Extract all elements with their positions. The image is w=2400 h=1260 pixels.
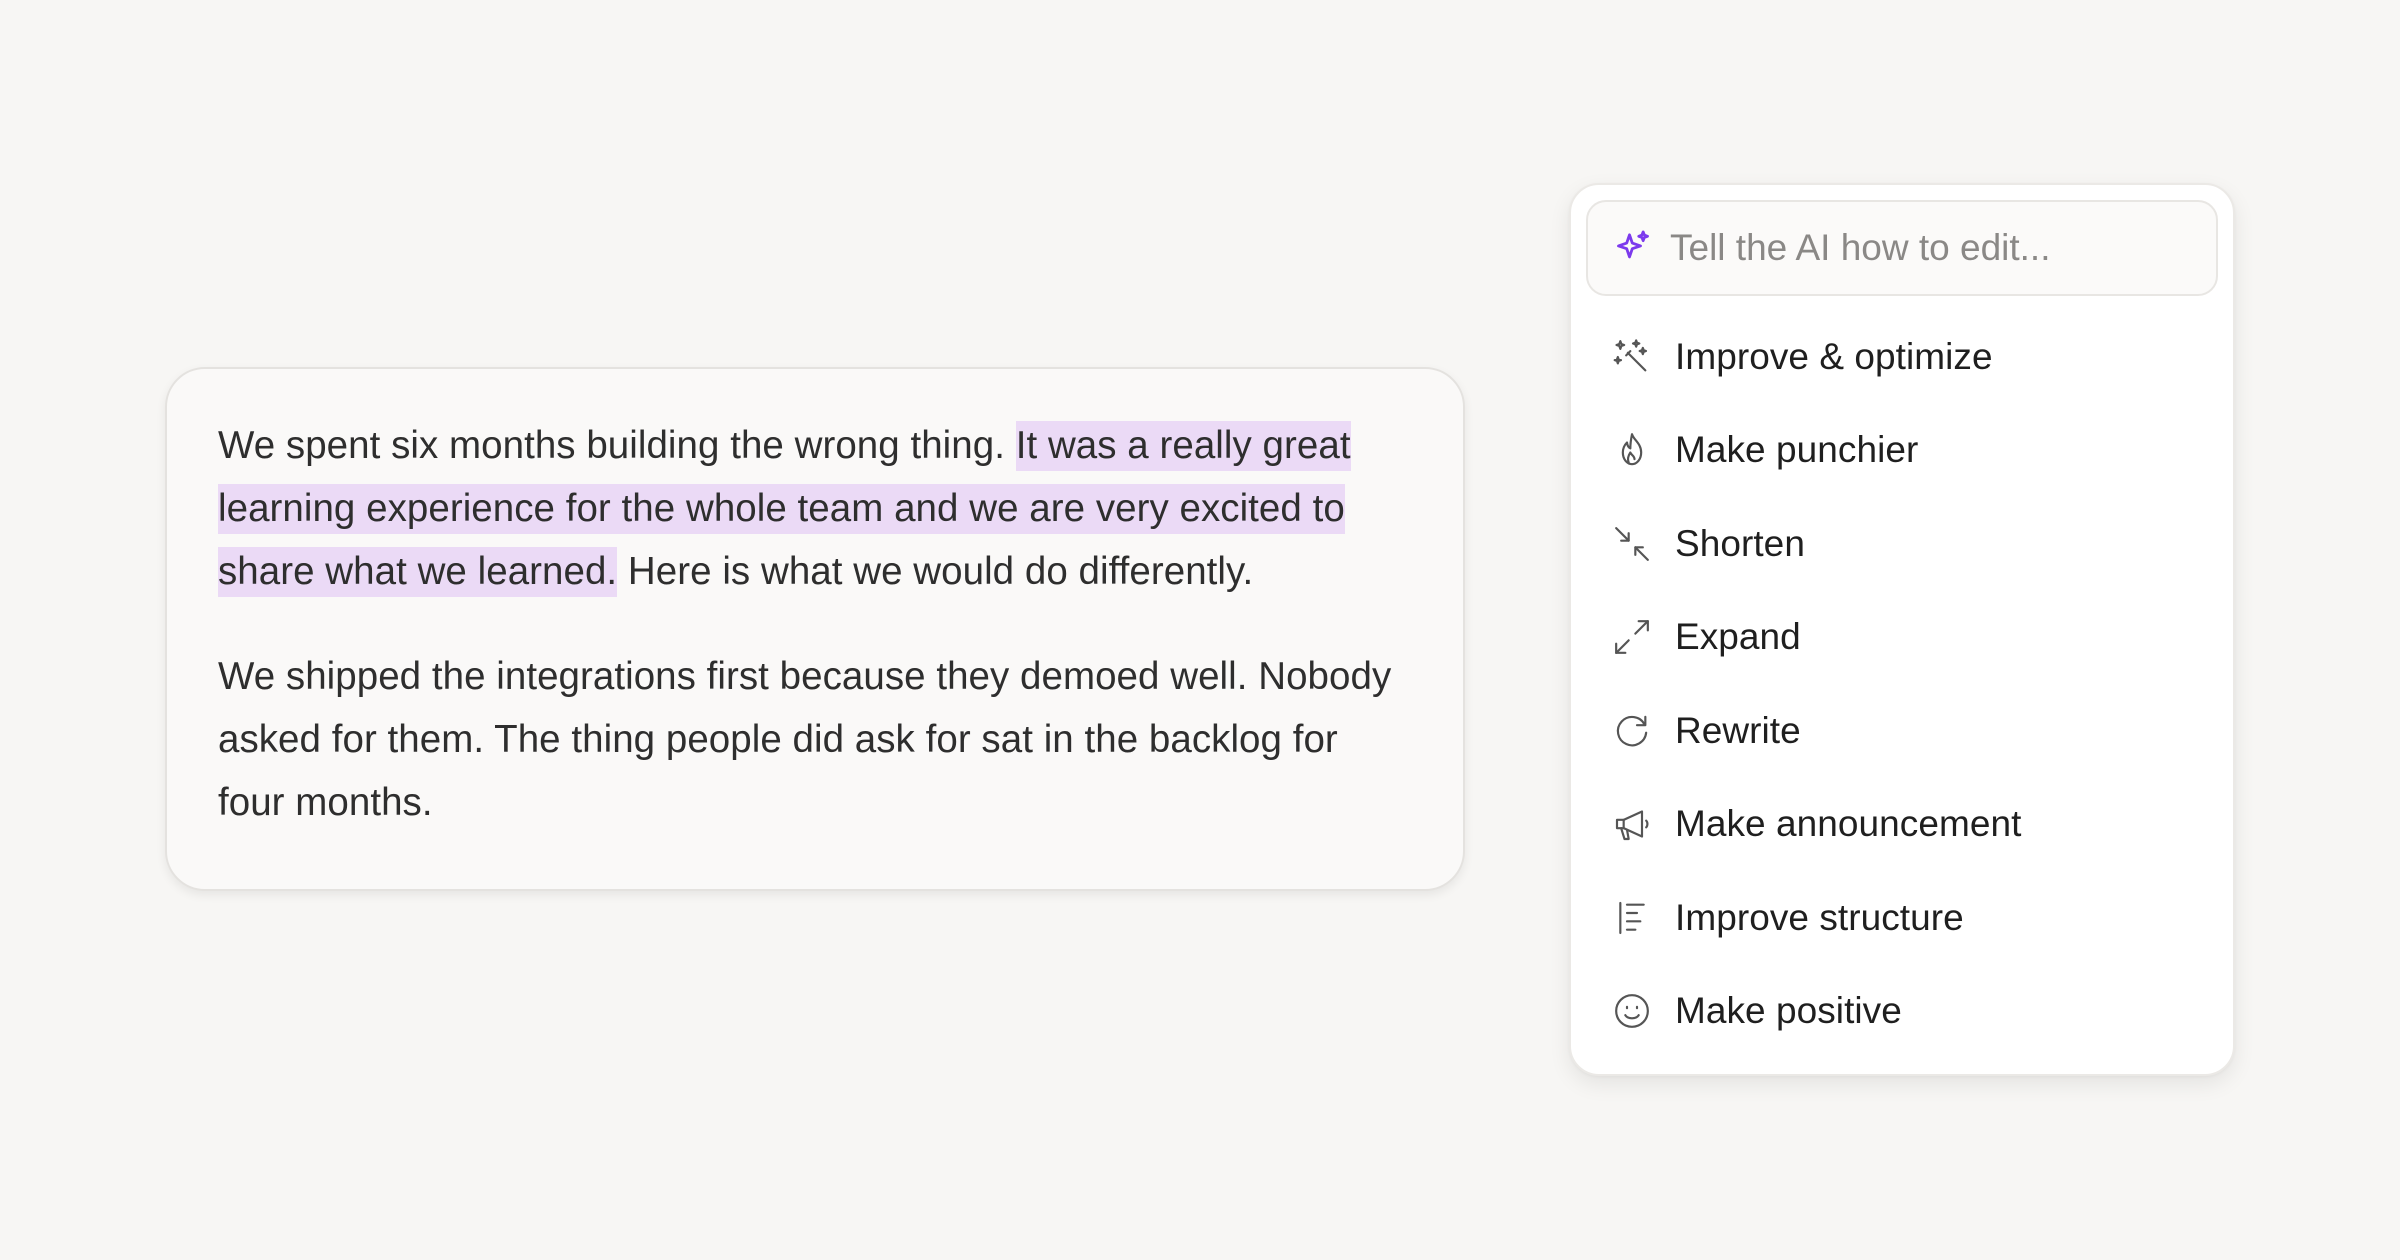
- flame-icon: [1612, 430, 1652, 470]
- menu-item-label: Make positive: [1675, 990, 1902, 1032]
- menu-item-shorten[interactable]: Shorten: [1586, 497, 2218, 591]
- ai-prompt-field[interactable]: [1586, 200, 2218, 296]
- menu-item-make-punchier[interactable]: Make punchier: [1586, 404, 2218, 498]
- editor-paragraph-2[interactable]: We shipped the integrations first becaus…: [218, 645, 1413, 834]
- ai-action-list: Improve & optimize Make punchier Shorten…: [1586, 310, 2218, 1058]
- magic-wand-icon: [1612, 337, 1652, 377]
- menu-item-label: Improve & optimize: [1675, 335, 1993, 377]
- menu-item-label: Shorten: [1675, 522, 1805, 564]
- menu-item-improve-optimize[interactable]: Improve & optimize: [1586, 310, 2218, 404]
- menu-item-label: Improve structure: [1675, 896, 1964, 938]
- arrows-out-icon: [1612, 617, 1652, 657]
- sparkle-icon: [1612, 227, 1654, 269]
- arrows-in-icon: [1612, 524, 1652, 564]
- refresh-icon: [1612, 711, 1652, 751]
- editor-card[interactable]: We spent six months building the wrong t…: [165, 367, 1465, 891]
- ai-prompt-input[interactable]: [1670, 227, 2190, 269]
- menu-item-expand[interactable]: Expand: [1586, 591, 2218, 685]
- menu-item-label: Rewrite: [1675, 709, 1801, 751]
- smiley-icon: [1612, 991, 1652, 1031]
- editor-paragraph-1[interactable]: We spent six months building the wrong t…: [218, 414, 1413, 603]
- menu-item-label: Expand: [1675, 616, 1801, 658]
- paragraph-text-after: Here is what we would do differently.: [617, 550, 1254, 593]
- menu-item-label: Make punchier: [1675, 429, 1919, 471]
- paragraph-text-before: We spent six months building the wrong t…: [218, 424, 1016, 467]
- ai-edit-menu: Improve & optimize Make punchier Sho: [1569, 183, 2235, 1076]
- menu-item-rewrite[interactable]: Rewrite: [1586, 684, 2218, 778]
- menu-item-label: Make announcement: [1675, 803, 2022, 845]
- structure-icon: [1612, 898, 1652, 938]
- megaphone-icon: [1612, 804, 1652, 844]
- menu-item-improve-structure[interactable]: Improve structure: [1586, 871, 2218, 965]
- menu-item-make-announcement[interactable]: Make announcement: [1586, 778, 2218, 872]
- menu-item-make-positive[interactable]: Make positive: [1586, 965, 2218, 1059]
